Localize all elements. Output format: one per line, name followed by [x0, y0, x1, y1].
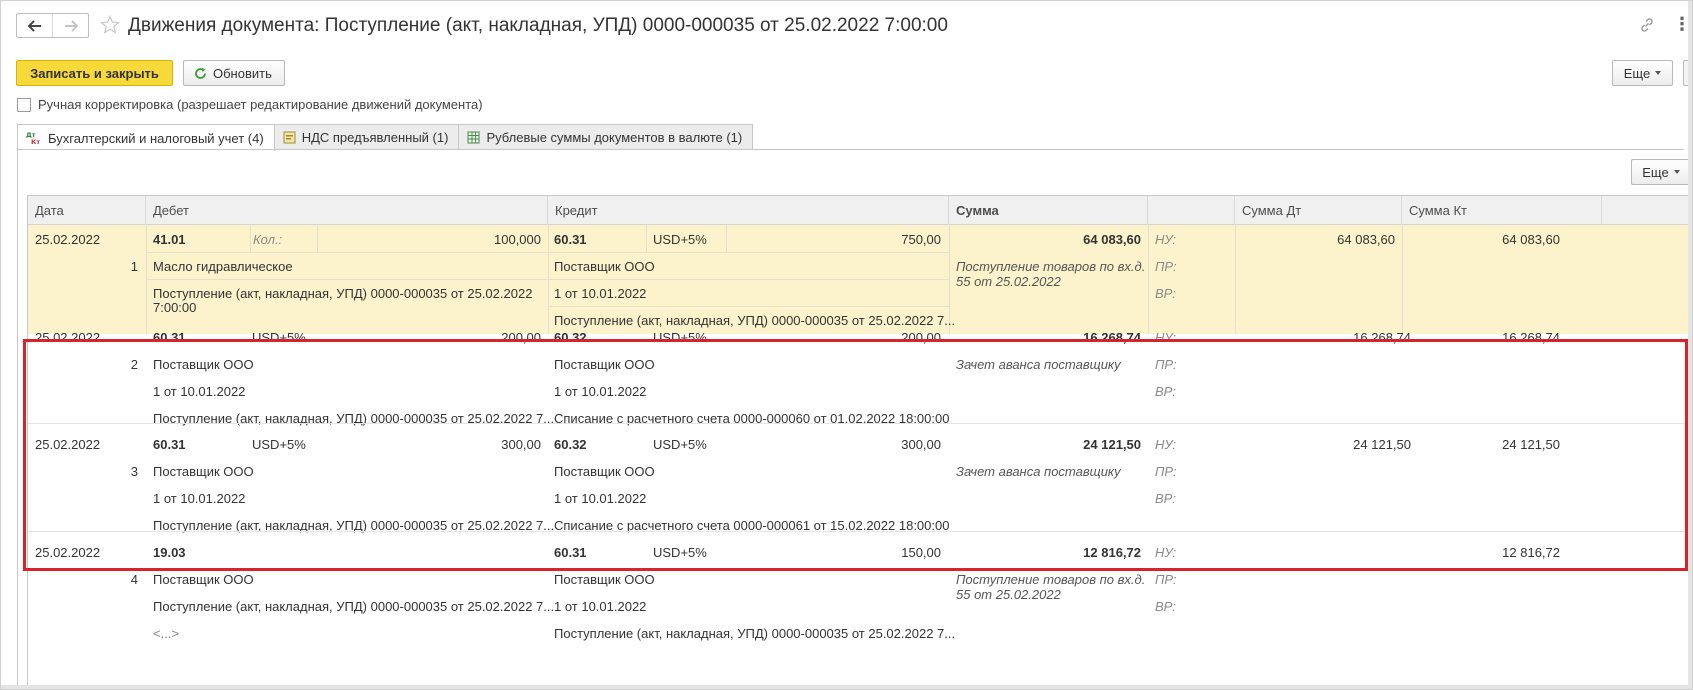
favorite-star-icon[interactable]: [100, 15, 120, 35]
panel-more-button[interactable]: Еще: [1631, 159, 1691, 185]
credit-subconto-3: Поступление (акт, накладная, УПД) 0000-0…: [554, 626, 956, 641]
dt-kt-icon: Дт Кт: [26, 131, 40, 145]
refresh-button[interactable]: Обновить: [183, 60, 285, 86]
tab-panel-border: [17, 149, 1684, 150]
tab-bar: Дт Кт Бухгалтерский и налоговый учет (4)…: [17, 124, 754, 151]
vr-label: ВР:: [1155, 286, 1176, 301]
svg-text:Кт: Кт: [31, 138, 40, 145]
link-icon[interactable]: [1639, 17, 1655, 33]
register-icon: [283, 131, 296, 144]
tab-accounting[interactable]: Дт Кт Бухгалтерский и налоговый учет (4): [17, 124, 275, 151]
credit-account: 60.31: [554, 232, 587, 247]
debit-subconto-3: <...>: [153, 626, 180, 641]
vr-label: ВР:: [1155, 599, 1176, 614]
manual-edit-checkbox-row[interactable]: Ручная корректировка (разрешает редактир…: [17, 97, 483, 112]
pr-label: ПР:: [1155, 572, 1177, 587]
nu-label: НУ:: [1155, 232, 1177, 247]
page-title: Движения документа: Поступление (акт, на…: [128, 15, 948, 36]
save-and-close-button[interactable]: Записать и закрыть: [16, 60, 173, 86]
table-header: Дата Дебет Кредит Сумма Сумма Дт Сумма К…: [28, 196, 1692, 225]
chevron-down-icon: [1655, 71, 1662, 75]
tab-ruble-sums-label: Рублевые суммы документов в валюте (1): [486, 130, 743, 145]
arrow-right-icon: [64, 19, 78, 32]
highlight-frame: [23, 339, 1688, 571]
more-button[interactable]: Еще: [1612, 60, 1673, 86]
row-content-1: Поступление товаров по вх.д.: [956, 259, 1146, 274]
credit-subconto-2: 1 от 10.01.2022: [554, 286, 647, 301]
table-icon: [467, 131, 480, 144]
window-shadow-right: [1688, 1, 1692, 689]
row-number: 1: [130, 259, 138, 274]
column-header-sum-kt[interactable]: Сумма Кт: [1402, 196, 1602, 225]
manual-edit-label: Ручная корректировка (разрешает редактир…: [38, 97, 483, 112]
tab-accounting-label: Бухгалтерский и налоговый учет (4): [48, 130, 264, 146]
save-and-close-label: Записать и закрыть: [30, 65, 159, 81]
pr-label: ПР:: [1155, 259, 1177, 274]
tab-panel-border-left: [17, 149, 18, 689]
tab-ruble-sums[interactable]: Рублевые суммы документов в валюте (1): [458, 124, 754, 150]
row-number: 4: [130, 572, 138, 587]
debit-quantity-label: Кол.:: [253, 232, 283, 247]
debit-subconto-2: Поступление (акт, накладная, УПД) 0000-0…: [153, 286, 533, 301]
debit-account: 41.01: [153, 232, 186, 247]
column-header-date[interactable]: Дата: [28, 196, 146, 225]
debit-subconto-2-wrap: 7:00:00: [153, 300, 197, 315]
credit-subconto-1: Поставщик ООО: [554, 572, 655, 587]
tab-vat-presented[interactable]: НДС предъявленный (1): [273, 124, 460, 150]
more-label: Еще: [1623, 65, 1651, 81]
credit-subconto-2: 1 от 10.01.2022: [554, 599, 647, 614]
panel-more-label: Еще: [1642, 164, 1669, 180]
window-shadow-bottom: [1, 685, 1692, 689]
navigation-buttons: [16, 13, 89, 38]
row-content-2: 55 от 25.02.2022: [956, 587, 1061, 602]
manual-edit-checkbox[interactable]: [17, 97, 31, 112]
debit-subconto-2: Поступление (акт, накладная, УПД) 0000-0…: [153, 599, 555, 614]
debit-subconto-1: Масло гидравлическое: [153, 259, 293, 274]
row-content-2: 55 от 25.02.2022: [956, 274, 1061, 289]
column-header-sum-dt[interactable]: Сумма Дт: [1235, 196, 1402, 225]
refresh-icon: [195, 67, 206, 79]
credit-currency: USD+5%: [653, 232, 707, 247]
sum-kt: 64 083,60: [1502, 232, 1560, 247]
back-button[interactable]: [17, 14, 52, 37]
tab-vat-presented-label: НДС предъявленный (1): [301, 130, 449, 145]
debit-quantity: 100,000: [494, 232, 541, 247]
column-header-type[interactable]: [1148, 196, 1235, 225]
credit-subconto-1: Поставщик ООО: [554, 259, 655, 274]
arrow-left-icon: [27, 19, 41, 32]
debit-subconto-1: Поставщик ООО: [153, 572, 254, 587]
column-header-debit[interactable]: Дебет: [146, 196, 548, 225]
document-movements-window: Движения документа: Поступление (акт, на…: [0, 0, 1693, 690]
refresh-label: Обновить: [213, 65, 272, 81]
chevron-down-icon: [1673, 170, 1680, 174]
column-header-sum[interactable]: Сумма: [949, 196, 1148, 225]
row-sum: 64 083,60: [1083, 232, 1141, 247]
credit-amount: 750,00: [901, 232, 941, 247]
column-header-credit[interactable]: Кредит: [548, 196, 949, 225]
row-content-1: Поступление товаров по вх.д.: [956, 572, 1146, 587]
forward-button[interactable]: [52, 14, 88, 37]
sum-dt: 64 083,60: [1337, 232, 1395, 247]
row-date: 25.02.2022: [35, 232, 101, 247]
